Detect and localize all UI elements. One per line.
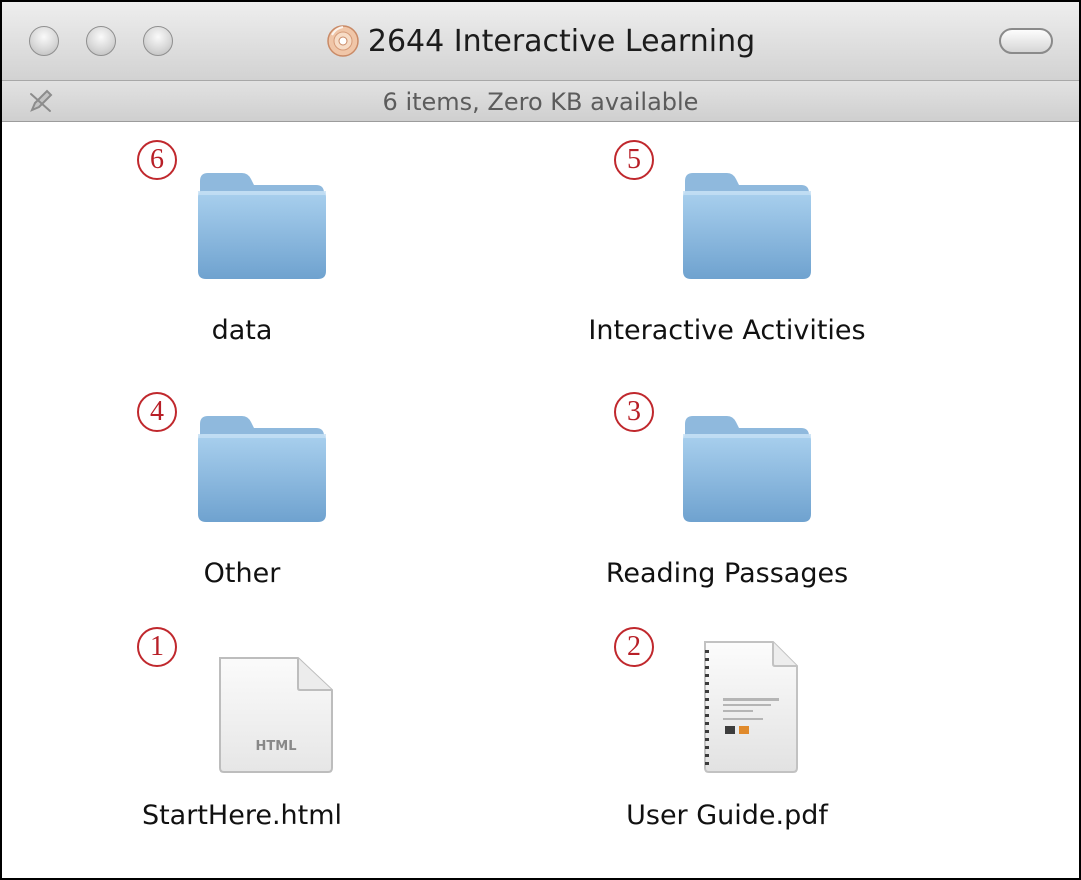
folder-icon — [683, 416, 811, 522]
file-label: StartHere.html — [141, 800, 343, 831]
folder-icon — [198, 416, 326, 522]
html-file-icon: HTML — [219, 657, 333, 773]
toolbar-toggle-button[interactable] — [999, 28, 1053, 54]
folder-icon — [683, 173, 811, 279]
callout-badge: 6 — [137, 140, 177, 180]
callout-badge: 1 — [137, 627, 177, 667]
status-text: 6 items, Zero KB available — [382, 88, 699, 116]
folder-icon — [198, 173, 326, 279]
folder-label: Interactive Activities — [588, 315, 866, 346]
callout-badge: 4 — [137, 392, 177, 432]
window-title-text: 2644 Interactive Learning — [367, 23, 756, 59]
window-title: 2644 Interactive Learning — [2, 19, 1079, 63]
status-bar: 6 items, Zero KB available — [2, 81, 1079, 122]
title-bar[interactable]: 2644 Interactive Learning — [2, 2, 1079, 81]
callout-badge: 5 — [614, 140, 654, 180]
svg-text:HTML: HTML — [256, 739, 297, 754]
pdf-document-icon — [704, 641, 798, 773]
folder-label: Other — [203, 558, 281, 589]
callout-badge: 2 — [614, 627, 654, 667]
finder-window: 2644 Interactive Learning 6 items, Zero … — [0, 0, 1081, 880]
disc-icon — [327, 25, 359, 57]
folder-label: Reading Passages — [605, 558, 849, 589]
file-label: User Guide.pdf — [626, 800, 828, 831]
callout-badge: 3 — [614, 392, 654, 432]
folder-label: data — [211, 315, 273, 346]
